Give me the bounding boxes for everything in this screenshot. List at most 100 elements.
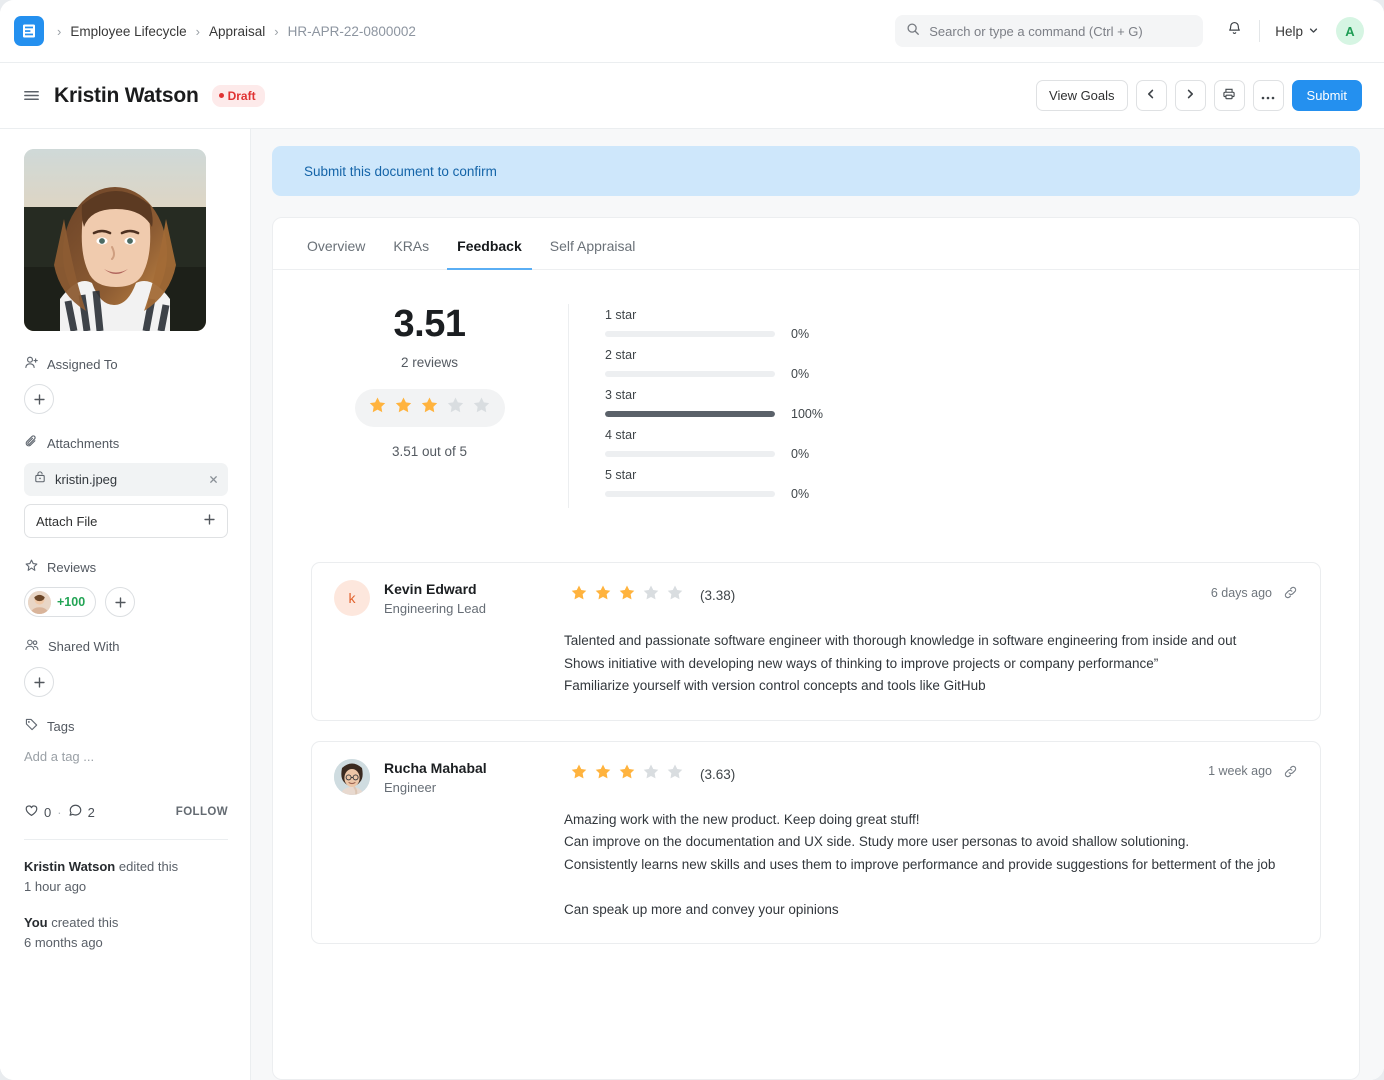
star-icon	[570, 763, 588, 786]
tab-feedback[interactable]: Feedback	[447, 218, 532, 270]
reviewer-name: Rucha Mahabal	[384, 759, 487, 776]
avatar[interactable]: A	[1336, 17, 1364, 45]
sidebar: Assigned To Attachments kristin.jpeg Att…	[0, 129, 251, 1080]
sidebar-section-attachments: Attachments kristin.jpeg Attach File	[24, 434, 228, 538]
link-icon[interactable]	[1283, 585, 1298, 600]
review-star-rating: (3.63)	[570, 759, 735, 786]
more-options-button[interactable]	[1252, 80, 1284, 111]
comment-count: 2	[87, 804, 95, 820]
tab-self-appraisal[interactable]: Self Appraisal	[540, 218, 646, 270]
reviews-count-text: 2 reviews	[400, 354, 459, 370]
review-text: Talented and passionate software enginee…	[564, 633, 1237, 694]
chevron-down-icon	[1308, 24, 1319, 39]
star-icon	[642, 763, 660, 786]
status-dot-icon	[218, 93, 224, 98]
navbar-right-group: Search or type a command (Ctrl + G) Help	[895, 14, 1364, 48]
attachments-label: Attachments	[47, 435, 120, 451]
star-outline-icon	[24, 558, 39, 576]
search-input[interactable]: Search or type a command (Ctrl + G)	[895, 15, 1204, 47]
review-score: (3.63)	[700, 766, 736, 782]
follow-button[interactable]: FOLLOW	[176, 806, 228, 818]
rating-bar-track	[605, 331, 775, 337]
search-icon	[906, 22, 920, 41]
attach-file-button[interactable]: Attach File	[24, 504, 228, 538]
submit-alert[interactable]: Submit this document to confirm	[272, 146, 1360, 196]
rating-bar-line: 0%	[605, 487, 1321, 501]
activity-action: created this	[47, 915, 119, 931]
activity-item: Kristin Watson edited this 1 hour ago	[24, 857, 228, 897]
attachment-item[interactable]: kristin.jpeg	[24, 463, 228, 496]
rating-bar-percent: 100%	[791, 407, 823, 421]
chevron-right-icon	[1184, 88, 1196, 103]
rating-bar-percent: 0%	[791, 487, 810, 501]
user-plus-icon	[24, 355, 39, 373]
shared-with-label-row: Shared With	[24, 637, 228, 656]
print-button[interactable]	[1213, 80, 1245, 111]
frappe-logo-icon[interactable]	[14, 16, 44, 46]
star-icon	[594, 763, 612, 786]
reviewer-avatar	[28, 590, 51, 614]
link-icon[interactable]	[1283, 764, 1298, 779]
reviewers-count: +100	[57, 595, 86, 609]
breadcrumb-item-appraisal[interactable]: Appraisal	[209, 24, 265, 39]
reviewer-role: Engineering Lead	[384, 601, 486, 616]
next-button[interactable]	[1174, 80, 1206, 111]
rating-bar-row: 3 star 100%	[605, 388, 1321, 421]
search-placeholder: Search or type a command (Ctrl + G)	[929, 23, 1143, 39]
breadcrumb-item-employee-lifecycle[interactable]: Employee Lifecycle	[70, 24, 186, 39]
page-body: Assigned To Attachments kristin.jpeg Att…	[0, 129, 1384, 1080]
rating-bar-label: 5 star	[605, 468, 637, 482]
star-icon	[642, 584, 660, 607]
page-header-actions: View Goals Submit	[1036, 80, 1362, 111]
rating-bar-row: 2 star 0%	[605, 348, 1321, 381]
status-badge[interactable]: Draft	[211, 84, 265, 107]
submit-button[interactable]: Submit	[1291, 80, 1362, 111]
view-goals-button[interactable]: View Goals	[1036, 80, 1128, 111]
review-card: Rucha Mahabal Engineer (3.63) 1 week ago…	[311, 740, 1321, 945]
help-menu[interactable]: Help	[1268, 19, 1326, 44]
review-card-header: k Kevin Edward Engineering Lead (3.38) 6…	[334, 580, 1298, 616]
comment-icon	[68, 803, 83, 821]
add-tag-input[interactable]: Add a tag ...	[24, 746, 228, 767]
stat-separator: ·	[57, 804, 62, 820]
rating-bar-track	[605, 411, 775, 417]
activity-actor: You	[24, 915, 48, 931]
like-stat[interactable]: 0	[24, 803, 51, 821]
reviewers-pill[interactable]: +100	[24, 587, 97, 617]
tags-label: Tags	[47, 718, 75, 734]
reviewer-avatar-initial: k	[348, 590, 356, 606]
hamburger-menu-icon[interactable]	[22, 86, 41, 105]
sidebar-footer: 0 · 2 FOLLOW Kristin Watson edited this …	[24, 803, 228, 954]
tag-icon	[24, 717, 39, 735]
users-icon	[24, 637, 40, 656]
tab-overview[interactable]: Overview	[297, 218, 375, 270]
star-icon	[666, 584, 684, 607]
rating-distribution-chart: 1 star 0% 2 star 0% 3 star 100% 4 star 0…	[569, 304, 1321, 508]
close-icon[interactable]	[208, 474, 219, 485]
previous-button[interactable]	[1135, 80, 1167, 111]
add-assignee-button[interactable]	[24, 384, 54, 414]
add-review-button[interactable]	[105, 587, 136, 617]
tab-kras[interactable]: KRAs	[383, 218, 439, 270]
sidebar-section-tags: Tags Add a tag ...	[24, 717, 228, 767]
notification-button[interactable]	[1217, 14, 1251, 48]
comment-stat[interactable]: 2	[68, 803, 95, 821]
employee-photo	[24, 149, 206, 331]
submit-alert-text: Submit this document to confirm	[304, 163, 497, 179]
help-label: Help	[1275, 23, 1303, 39]
review-meta: 1 week ago	[1208, 759, 1298, 779]
reviewer-identity: Kevin Edward Engineering Lead	[384, 580, 570, 616]
sidebar-divider	[24, 839, 228, 840]
review-meta: 6 days ago	[1211, 580, 1298, 600]
add-shared-user-button[interactable]	[24, 667, 54, 697]
feedback-body: 3.51 2 reviews 3.51 out of 5 1 star 0% 2…	[273, 270, 1359, 1079]
sidebar-stats: 0 · 2 FOLLOW	[24, 803, 228, 821]
rating-bar-label: 1 star	[605, 308, 637, 322]
reviewer-avatar: k	[334, 580, 370, 616]
activity-item: You created this 6 months ago	[24, 913, 228, 953]
star-icon	[420, 396, 439, 420]
attach-file-label: Attach File	[36, 513, 98, 529]
star-icon	[570, 584, 588, 607]
app-window: › Employee Lifecycle › Appraisal › HR-AP…	[0, 0, 1384, 1080]
shared-with-label: Shared With	[48, 639, 120, 654]
